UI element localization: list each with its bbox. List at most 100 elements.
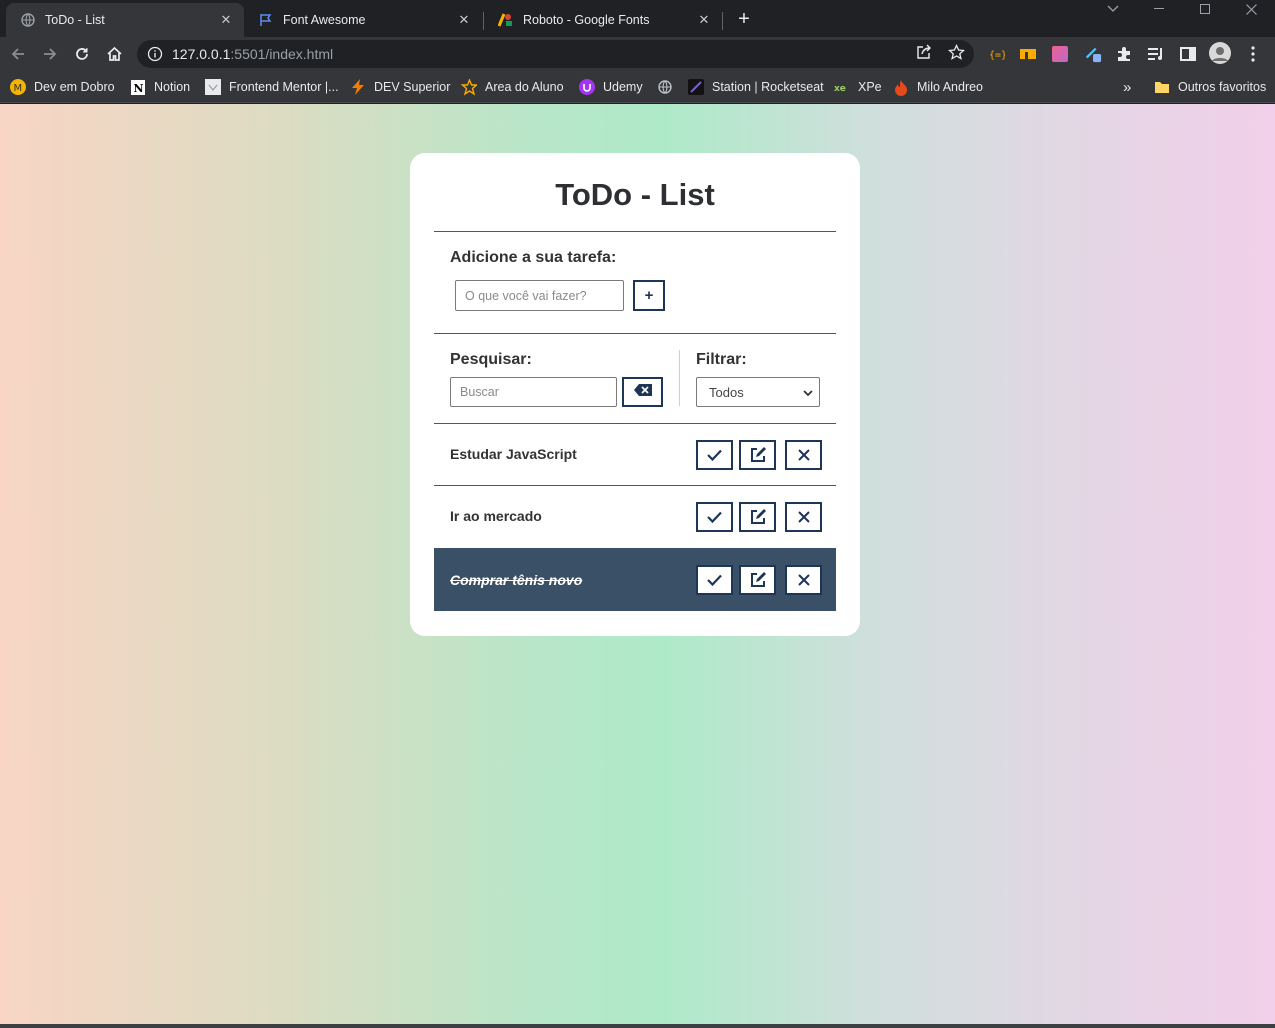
new-task-input[interactable] (455, 280, 624, 311)
dev-em-dobro-icon: M (10, 79, 26, 95)
todo-text: Estudar JavaScript (450, 446, 577, 462)
back-icon[interactable] (6, 42, 30, 66)
todo-item-done: Comprar tênis novo (434, 548, 836, 611)
window-close-icon[interactable] (1228, 0, 1274, 18)
maximize-icon[interactable] (1182, 0, 1228, 18)
edit-icon (750, 572, 766, 587)
close-tab-icon[interactable]: ✕ (696, 12, 712, 28)
folder-icon (1154, 79, 1170, 95)
filter-select[interactable]: Todos (696, 377, 820, 407)
lightning-icon (350, 79, 366, 95)
todo-text: Comprar tênis novo (450, 572, 583, 588)
finish-todo-button[interactable] (696, 565, 733, 595)
globe-icon (657, 79, 673, 95)
edit-icon (750, 447, 766, 462)
share-icon[interactable] (915, 43, 933, 61)
profile-avatar-icon[interactable] (1209, 42, 1231, 64)
remove-todo-button[interactable] (785, 565, 822, 595)
todo-item: Estudar JavaScript (434, 424, 836, 486)
close-tab-icon[interactable]: ✕ (218, 12, 234, 28)
bookmark-xpe[interactable]: xe XPe (834, 77, 882, 97)
svg-text:{=}: {=} (989, 50, 1005, 60)
bookmarks-overflow-button[interactable]: » (1123, 77, 1131, 97)
bookmark-label: Area do Aluno (485, 80, 564, 94)
edit-todo-button[interactable] (739, 440, 776, 470)
plus-icon: + (644, 287, 654, 304)
filter-label: Filtrar: (696, 351, 747, 368)
vertical-divider (679, 350, 680, 406)
tab-font-awesome[interactable]: Font Awesome ✕ (244, 3, 482, 37)
add-task-button[interactable]: + (633, 280, 665, 311)
new-tab-button[interactable]: + (733, 8, 755, 30)
tab-title: Roboto - Google Fonts (523, 13, 650, 27)
browser-tab-strip: ToDo - List ✕ Font Awesome ✕ Roboto - Go… (0, 0, 1275, 37)
browser-menu-icon[interactable] (1244, 45, 1262, 63)
bookmark-globe[interactable] (657, 77, 681, 97)
page-viewport: ToDo - List Adicione a sua tarefa: + Pes… (0, 104, 1275, 1024)
tab-roboto-google-fonts[interactable]: Roboto - Google Fonts ✕ (484, 3, 722, 37)
browser-toolbar: 127.0.0.1:5501/index.html {=} (0, 37, 1275, 71)
bookmark-station-rocketseat[interactable]: Station | Rocketseat (688, 77, 824, 97)
tab-title: Font Awesome (283, 13, 366, 27)
tab-search-icon[interactable] (1090, 0, 1136, 18)
tab-title: ToDo - List (45, 13, 105, 27)
bookmark-label: DEV Superior (374, 80, 451, 94)
tab-todo-list[interactable]: ToDo - List ✕ (6, 3, 244, 37)
reload-icon[interactable] (70, 42, 94, 66)
search-label: Pesquisar: (450, 351, 532, 368)
udemy-icon (579, 79, 595, 95)
backspace-icon (633, 383, 652, 401)
close-icon (797, 449, 810, 461)
divider (434, 333, 836, 334)
clear-search-button[interactable] (622, 377, 663, 407)
bookmark-star-icon[interactable] (947, 43, 965, 61)
home-icon[interactable] (102, 42, 126, 66)
site-info-icon[interactable] (147, 46, 163, 62)
finish-todo-button[interactable] (696, 440, 733, 470)
close-icon (797, 511, 810, 523)
edit-todo-button[interactable] (739, 502, 776, 532)
bookmark-label: XPe (858, 80, 882, 94)
pesticide-extension-icon[interactable] (1084, 45, 1102, 63)
flag-icon (258, 12, 274, 28)
window-bottom-edge (0, 1024, 1275, 1028)
color-picker-extension-icon[interactable] (1051, 45, 1069, 63)
bookmark-dev-em-dobro[interactable]: M Dev em Dobro (10, 77, 115, 97)
remove-todo-button[interactable] (785, 440, 822, 470)
side-panel-icon[interactable] (1179, 45, 1197, 63)
url-text: 127.0.0.1:5501/index.html (172, 46, 333, 62)
library-extension-icon[interactable] (1019, 45, 1037, 63)
search-input[interactable] (450, 377, 617, 407)
bookmark-notion[interactable]: N Notion (130, 77, 190, 97)
bookmark-milo-andreo[interactable]: Milo Andreo (893, 77, 983, 97)
check-icon (707, 449, 722, 461)
bookmark-label: Udemy (603, 80, 643, 94)
close-tab-icon[interactable]: ✕ (456, 12, 472, 28)
address-bar[interactable]: 127.0.0.1:5501/index.html (137, 40, 974, 68)
check-icon (707, 511, 722, 523)
remove-todo-button[interactable] (785, 502, 822, 532)
xpe-icon: xe (834, 79, 850, 95)
extensions-puzzle-icon[interactable] (1115, 45, 1133, 63)
todo-item: Ir ao mercado (434, 486, 836, 548)
forward-icon[interactable] (38, 42, 62, 66)
rocketseat-icon (688, 79, 704, 95)
bookmark-udemy[interactable]: Udemy (579, 77, 643, 97)
bookmark-area-do-aluno[interactable]: Area do Aluno (461, 77, 564, 97)
json-viewer-extension-icon[interactable]: {=} (988, 45, 1006, 63)
bookmark-dev-superior[interactable]: DEV Superior (350, 77, 450, 97)
star-icon (461, 78, 477, 96)
edit-todo-button[interactable] (739, 565, 776, 595)
bookmark-label: Milo Andreo (917, 80, 984, 94)
bookmark-other-favorites[interactable]: Outros favoritos (1154, 77, 1266, 97)
bookmark-frontend-mentor[interactable]: Frontend Mentor |... (205, 77, 339, 97)
chevron-down-icon (803, 385, 813, 400)
close-icon (797, 574, 810, 586)
frontend-mentor-icon (205, 79, 221, 95)
globe-icon (20, 12, 36, 28)
minimize-icon[interactable] (1136, 0, 1182, 18)
finish-todo-button[interactable] (696, 502, 733, 532)
bookmark-label: Frontend Mentor |... (229, 80, 339, 94)
todo-card: ToDo - List Adicione a sua tarefa: + Pes… (410, 153, 860, 636)
media-controls-icon[interactable] (1147, 45, 1165, 63)
